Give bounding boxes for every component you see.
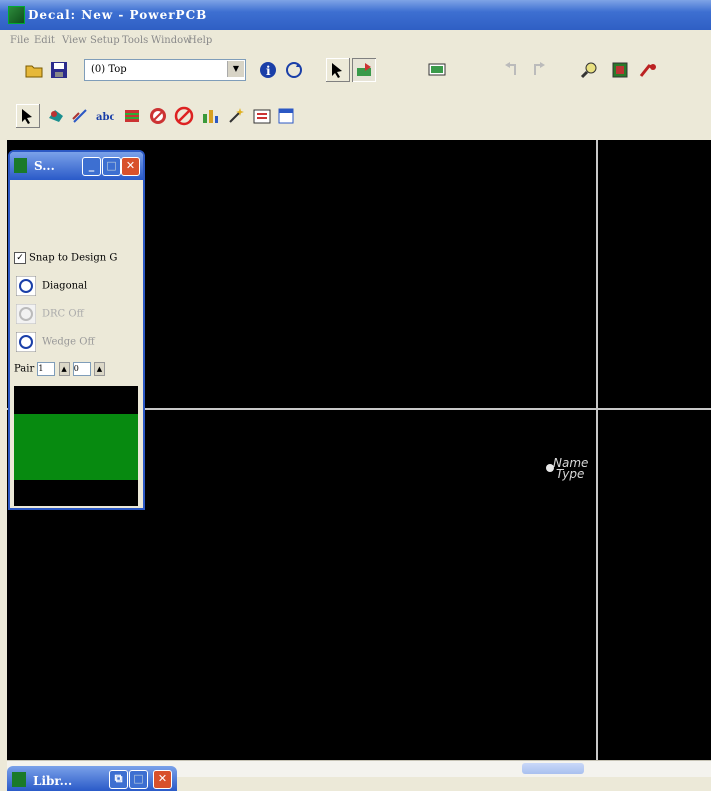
- info-icon[interactable]: i: [256, 58, 280, 82]
- diagonal-mode-icon: [16, 276, 36, 296]
- draw-2d-line-icon[interactable]: [68, 104, 92, 128]
- menu-setup[interactable]: Setup: [90, 35, 120, 46]
- menu-bar: File Edit View Setup Tools Window Help: [0, 30, 711, 52]
- menu-edit[interactable]: Edit: [34, 35, 55, 46]
- diagonal-label: Diagonal: [42, 280, 88, 292]
- library-title: Libr...: [33, 774, 73, 788]
- origin-type-label: Type: [556, 467, 585, 481]
- copper-icon[interactable]: [120, 104, 144, 128]
- panel-title: S...: [34, 159, 55, 173]
- library-minimized-window[interactable]: Libr... ⧉ □ ✕: [7, 766, 177, 791]
- layer-value: (0) Top: [91, 64, 127, 75]
- bar-graph-icon[interactable]: [198, 104, 222, 128]
- snap-label: Snap to Design G: [29, 252, 118, 264]
- scrollbar-thumb[interactable]: [522, 763, 584, 774]
- library-app-icon: [12, 772, 26, 787]
- menu-tools[interactable]: Tools: [122, 35, 148, 46]
- chevron-down-icon[interactable]: ▼: [227, 61, 244, 77]
- minimize-icon[interactable]: _: [82, 157, 101, 176]
- window-title: Decal: New - PowerPCB: [28, 8, 208, 22]
- open-folder-icon[interactable]: [22, 58, 46, 82]
- zoom-icon[interactable]: [578, 58, 602, 82]
- title-bar: Decal: New - PowerPCB: [0, 0, 711, 30]
- keepout-icon[interactable]: [146, 104, 170, 128]
- pair-label: Pair: [14, 363, 35, 375]
- pair-spinner-1[interactable]: ▲: [58, 362, 70, 376]
- svg-text:abc: abc: [96, 112, 114, 123]
- drafting-toolbar-icon[interactable]: [352, 58, 376, 82]
- wedge-label: Wedge Off: [42, 336, 95, 348]
- drc-label: DRC Off: [42, 308, 84, 320]
- refresh-icon[interactable]: [282, 58, 306, 82]
- maximize-icon[interactable]: □: [129, 770, 148, 789]
- select-arrow-icon[interactable]: [16, 104, 40, 128]
- add-text-icon[interactable]: abc: [92, 104, 116, 128]
- layer-color-preview: [14, 386, 138, 506]
- layer-color-swatch: [14, 414, 138, 480]
- menu-file[interactable]: File: [10, 35, 29, 46]
- diagonal-toggle[interactable]: Diagonal: [16, 276, 87, 296]
- route-icon[interactable]: [636, 58, 660, 82]
- close-icon[interactable]: ✕: [121, 157, 140, 176]
- prohibit-icon[interactable]: [172, 104, 196, 128]
- drc-mode-icon: [16, 304, 36, 324]
- decal-wizard-icon[interactable]: [250, 104, 274, 128]
- drafting-panel: S... _ □ ✕ ✓ Snap to Design G Diagonal DR…: [8, 150, 145, 510]
- drc-toggle[interactable]: DRC Off: [16, 304, 84, 324]
- wedge-toggle[interactable]: Wedge Off: [16, 332, 95, 352]
- pair-spinner-2[interactable]: ▲: [93, 362, 105, 376]
- board-view-icon[interactable]: [425, 58, 449, 82]
- terminal-icon[interactable]: [44, 104, 68, 128]
- checkmark-icon: ✓: [14, 252, 26, 264]
- undo-icon[interactable]: [500, 58, 524, 82]
- decal-origin-marker[interactable]: Name Type: [543, 457, 613, 488]
- select-arrow-icon[interactable]: [326, 58, 350, 82]
- restore-icon[interactable]: ⧉: [109, 770, 128, 789]
- menu-window[interactable]: Window: [151, 35, 192, 46]
- menu-view[interactable]: View: [62, 35, 87, 46]
- snap-to-grid-checkbox[interactable]: ✓ Snap to Design G: [14, 252, 117, 264]
- properties-icon[interactable]: [274, 104, 298, 128]
- save-icon[interactable]: [47, 58, 71, 82]
- redo-icon[interactable]: [526, 58, 550, 82]
- menu-help[interactable]: Help: [188, 35, 212, 46]
- pair-input-1[interactable]: 1: [37, 362, 56, 376]
- pair-input-2[interactable]: 0: [72, 362, 91, 376]
- origin-vertical-line: [596, 140, 598, 760]
- panel-app-icon: [14, 158, 27, 173]
- maximize-icon[interactable]: □: [102, 157, 121, 176]
- layer-dropdown[interactable]: (0) Top ▼: [84, 59, 246, 81]
- app-icon: [8, 6, 25, 24]
- pcb-board-icon[interactable]: [608, 58, 632, 82]
- close-icon[interactable]: ✕: [153, 770, 172, 789]
- panel-title-bar[interactable]: S... _ □ ✕: [10, 152, 143, 180]
- wedge-mode-icon: [16, 332, 36, 352]
- wizard-icon[interactable]: [224, 104, 248, 128]
- pair-controls: Pair 1 ▲ 0 ▲: [14, 362, 105, 376]
- svg-text:i: i: [266, 64, 271, 78]
